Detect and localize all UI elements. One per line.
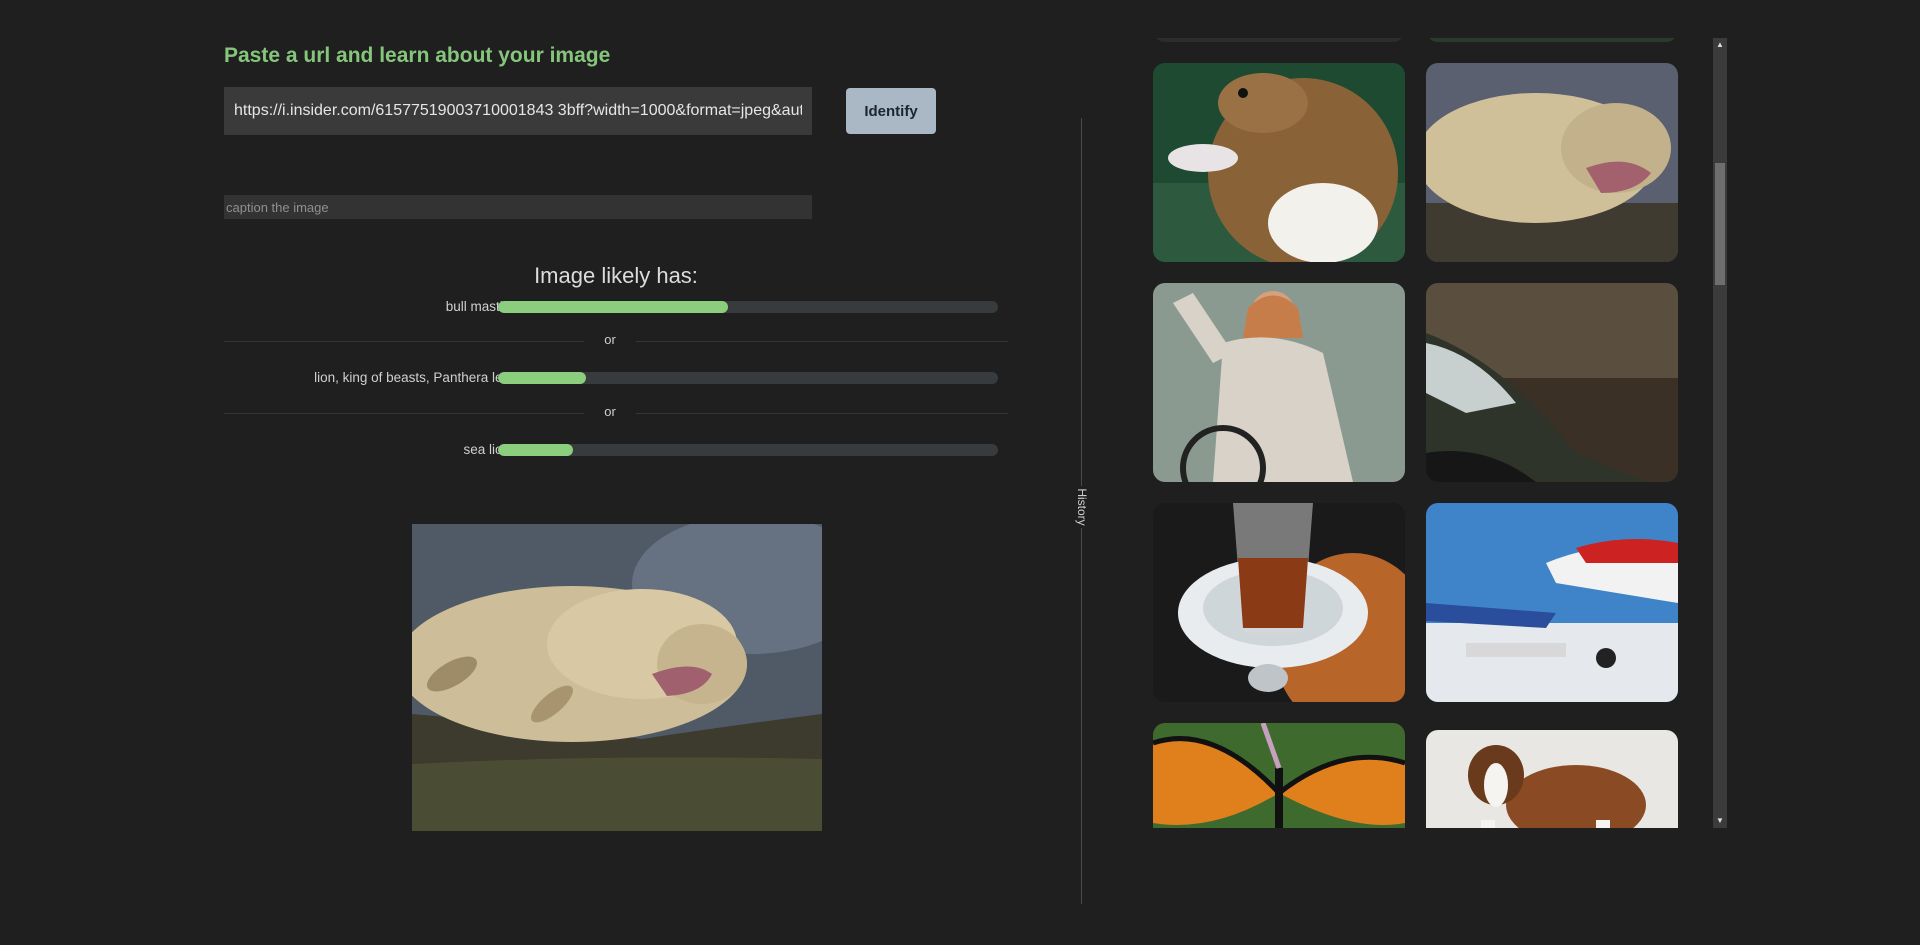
or-separator: or	[224, 404, 1008, 420]
url-input[interactable]	[224, 87, 812, 135]
caption-input[interactable]	[224, 195, 812, 219]
history-thumbnail[interactable]	[1153, 283, 1405, 482]
confidence-bar-fill	[498, 372, 586, 384]
sea-lion-illustration	[412, 524, 822, 831]
identify-button[interactable]: Identify	[846, 88, 936, 134]
history-thumbnail[interactable]	[1426, 63, 1678, 262]
page-title: Paste a url and learn about your image	[224, 44, 611, 67]
separator-line	[636, 341, 1008, 342]
history-thumbnail[interactable]	[1153, 38, 1405, 42]
confidence-bar-fill	[498, 301, 728, 313]
history-thumbnail[interactable]	[1153, 63, 1405, 262]
tea-glass-thumbnail-image	[1153, 503, 1405, 702]
or-separator-text: or	[604, 332, 616, 347]
confidence-bar	[498, 444, 998, 456]
history-scrollbar[interactable]: ▲ ▼	[1713, 38, 1727, 828]
saint-bernard-thumbnail-image	[1426, 730, 1678, 828]
history-thumbnail[interactable]	[1426, 730, 1678, 828]
result-row: sea lion	[224, 440, 1008, 460]
separator-line	[224, 341, 584, 342]
history-thumbnail[interactable]	[1426, 38, 1678, 42]
results-title: Image likely has:	[534, 263, 698, 288]
history-thumbnail[interactable]	[1153, 503, 1405, 702]
scroll-up-arrow-icon[interactable]: ▲	[1713, 38, 1727, 52]
butterfly-thumbnail-image	[1153, 723, 1405, 828]
identified-image	[412, 524, 822, 831]
woman-wheelchair-thumbnail-image	[1153, 283, 1405, 482]
confidence-bar	[498, 301, 998, 313]
result-label: lion, king of beasts, Panthera leo	[314, 370, 510, 385]
confidence-bar-fill	[498, 444, 573, 456]
history-gallery[interactable]	[1140, 38, 1728, 828]
result-row: lion, king of beasts, Panthera leo	[224, 368, 1008, 388]
scroll-thumb[interactable]	[1715, 163, 1725, 285]
airplanes-thumbnail-image	[1426, 503, 1678, 702]
sea-lion-thumbnail-image	[1426, 63, 1678, 262]
confidence-bar	[498, 372, 998, 384]
scroll-down-arrow-icon[interactable]: ▼	[1713, 814, 1727, 828]
history-thumbnail[interactable]	[1426, 283, 1678, 482]
squirrel-thumbnail-image	[1153, 63, 1405, 262]
car-thumbnail-image	[1426, 283, 1678, 482]
history-thumbnail[interactable]	[1153, 723, 1405, 828]
or-separator-text: or	[604, 404, 616, 419]
history-thumbnail[interactable]	[1426, 503, 1678, 702]
result-row: bull mastiff	[224, 297, 1008, 317]
history-toggle[interactable]: History	[1073, 486, 1091, 528]
separator-line	[636, 413, 1008, 414]
separator-line	[224, 413, 584, 414]
or-separator: or	[224, 332, 1008, 348]
